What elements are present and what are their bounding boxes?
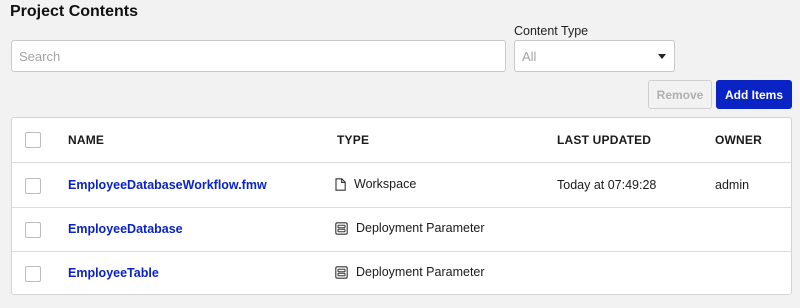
- content-type-label: Content Type: [514, 24, 589, 38]
- file-icon: [335, 177, 346, 191]
- search-input[interactable]: [11, 40, 506, 72]
- item-name-link[interactable]: EmployeeDatabaseWorkflow.fmw: [68, 178, 267, 192]
- column-header-name[interactable]: NAME: [68, 133, 104, 147]
- row-checkbox[interactable]: [25, 222, 41, 238]
- row-checkbox[interactable]: [25, 178, 41, 194]
- row-checkbox[interactable]: [25, 266, 41, 282]
- page-title: Project Contents: [10, 3, 139, 20]
- item-name-link[interactable]: EmployeeDatabase: [68, 222, 183, 236]
- parameter-icon: [335, 265, 348, 279]
- item-type: Deployment Parameter: [335, 221, 485, 235]
- item-type: Workspace: [335, 177, 416, 191]
- table-row: EmployeeDatabase Deployment Parameter: [12, 208, 791, 252]
- content-type-select[interactable]: All: [514, 40, 675, 72]
- table-row: EmployeeTable Deployment Parameter: [12, 252, 791, 296]
- item-last-updated: Today at 07:49:28: [557, 178, 657, 192]
- parameter-icon: [335, 221, 348, 235]
- item-type: Deployment Parameter: [335, 265, 485, 279]
- item-type-label: Deployment Parameter: [356, 221, 485, 235]
- item-owner: admin: [715, 178, 750, 192]
- column-header-last-updated[interactable]: LAST UPDATED: [557, 133, 651, 147]
- content-type-value: All: [522, 48, 537, 64]
- caret-down-icon: [658, 53, 666, 59]
- contents-table: NAME TYPE LAST UPDATED OWNER EmployeeDat…: [11, 117, 792, 295]
- column-header-owner[interactable]: OWNER: [715, 133, 762, 147]
- table-row: EmployeeDatabaseWorkflow.fmw Workspace T…: [12, 163, 791, 208]
- item-name-link[interactable]: EmployeeTable: [68, 266, 159, 280]
- select-all-checkbox[interactable]: [25, 132, 41, 148]
- item-type-label: Workspace: [354, 177, 417, 191]
- add-items-button[interactable]: Add Items: [716, 80, 792, 109]
- column-header-type[interactable]: TYPE: [337, 133, 369, 147]
- remove-button[interactable]: Remove: [648, 80, 712, 109]
- item-type-label: Deployment Parameter: [356, 265, 485, 279]
- table-header-row: NAME TYPE LAST UPDATED OWNER: [12, 118, 791, 163]
